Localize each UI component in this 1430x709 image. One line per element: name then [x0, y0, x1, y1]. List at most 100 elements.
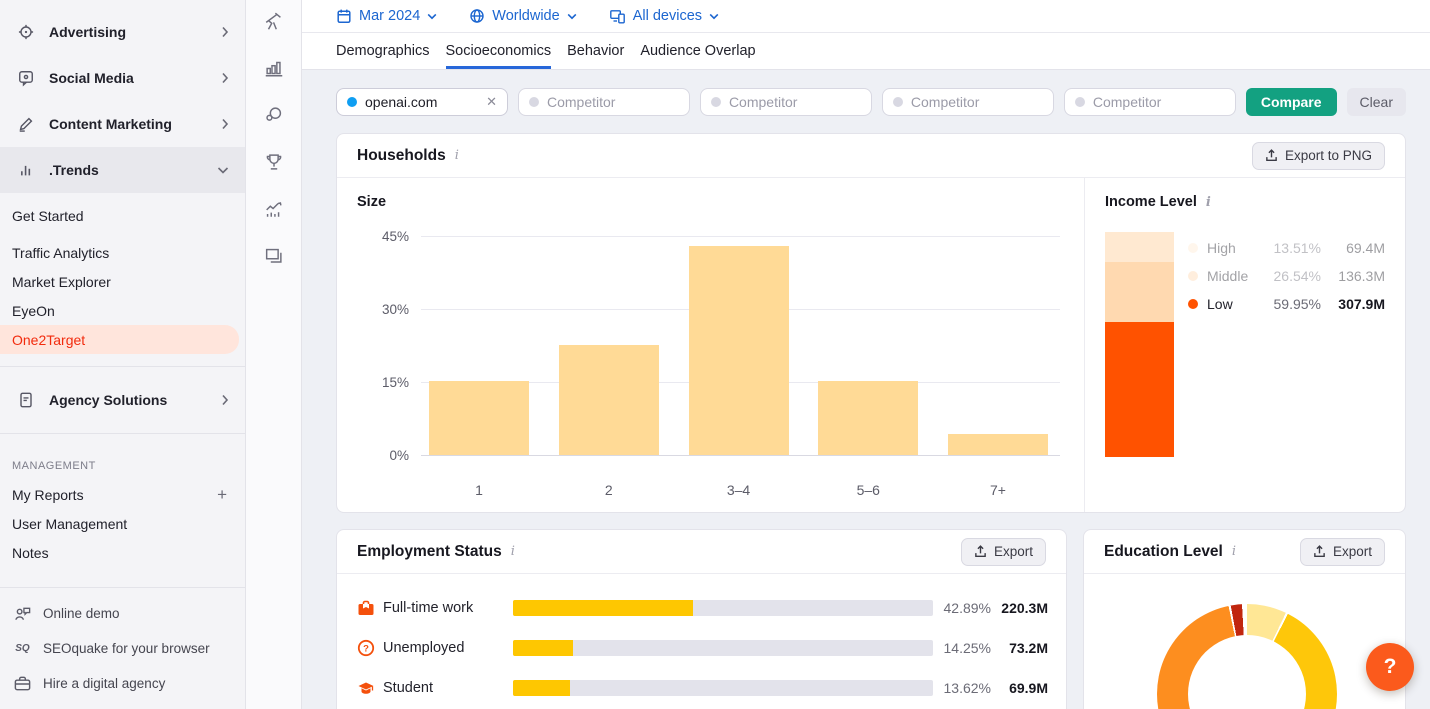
sidebar-item-traffic-analytics[interactable]: Traffic Analytics	[0, 238, 245, 267]
competitor-field-1	[518, 88, 690, 116]
sidebar-footer: Online demo SQ SEOquake for your browser…	[0, 587, 245, 709]
export-button[interactable]: Export	[961, 538, 1046, 566]
employment-bar-fill	[513, 600, 693, 616]
education-donut-chart	[1084, 574, 1405, 709]
income-segment-high[interactable]	[1105, 232, 1174, 262]
employment-card-header: Employment Status i Export	[337, 530, 1066, 574]
employment-row-unemployed[interactable]: ? Unemployed 14.25% 73.2M	[357, 628, 1048, 668]
tab-audience-overlap[interactable]: Audience Overlap	[640, 33, 755, 69]
legend-label: Middle	[1207, 268, 1263, 284]
sidebar-item-seoquake[interactable]: SQ SEOquake for your browser	[0, 631, 245, 666]
sidebar-item-affiliate[interactable]: Join our Affiliate Program	[0, 701, 245, 709]
sidebar-item-social-media[interactable]: Social Media	[0, 55, 245, 101]
employment-row-full-time[interactable]: Full-time work 42.89% 220.3M	[357, 588, 1048, 628]
chat-bubble-icon	[16, 68, 36, 88]
export-png-label: Export to PNG	[1285, 148, 1372, 163]
households-card: Households i Export to PNG Size 45% 30% …	[336, 133, 1406, 513]
info-icon[interactable]: i	[455, 148, 459, 163]
competitor-input-1[interactable]	[547, 94, 679, 110]
clear-button[interactable]: Clear	[1347, 88, 1406, 116]
legend-dot	[1188, 243, 1198, 253]
legend-label: High	[1207, 240, 1263, 256]
employment-value: 220.3M	[991, 600, 1048, 616]
telescope-icon[interactable]	[263, 10, 285, 32]
bar-chart-rail-icon[interactable]	[263, 57, 285, 79]
size-chart-title: Size	[357, 194, 1064, 210]
legend-row-low[interactable]: Low 59.95% 307.9M	[1188, 290, 1385, 318]
sidebar-item-market-explorer[interactable]: Market Explorer	[0, 267, 245, 296]
info-icon[interactable]: i	[511, 544, 515, 559]
chevron-down-icon	[427, 13, 437, 20]
export-icon	[1313, 545, 1326, 558]
size-bar[interactable]	[818, 381, 918, 455]
add-report-icon[interactable]: +	[217, 486, 227, 503]
management-section-title: MANAGEMENT	[0, 446, 245, 480]
size-bar[interactable]	[689, 246, 789, 455]
employment-bar-fill	[513, 640, 573, 656]
tab-demographics[interactable]: Demographics	[336, 33, 430, 69]
sidebar-item-get-started[interactable]: Get Started	[0, 201, 245, 230]
sidebar-item-my-reports[interactable]: My Reports +	[0, 480, 245, 509]
employment-label: Unemployed	[383, 640, 513, 656]
employment-label: Student	[383, 680, 513, 696]
compare-button[interactable]: Compare	[1246, 88, 1337, 116]
pencil-icon	[16, 114, 36, 134]
spiral-icon[interactable]	[263, 104, 285, 126]
legend-row-high[interactable]: High 13.51% 69.4M	[1188, 234, 1385, 262]
trend-line-icon[interactable]	[263, 198, 285, 220]
info-icon[interactable]: i	[1232, 544, 1236, 559]
competitor-input-2[interactable]	[729, 94, 861, 110]
y-tick: 45%	[357, 229, 409, 244]
competitor-input-4[interactable]	[1093, 94, 1225, 110]
education-level-card: Education Level i Export	[1083, 529, 1406, 709]
households-body: Size 45% 30% 15% 0%	[337, 178, 1405, 512]
location-picker[interactable]: Worldwide	[469, 8, 576, 24]
sidebar-divider	[0, 366, 245, 367]
domain-filter-row: openai.com ✕ Compare Clear	[336, 88, 1406, 116]
y-tick: 30%	[357, 302, 409, 317]
tab-behavior[interactable]: Behavior	[567, 33, 624, 69]
domain-color-dot	[347, 97, 357, 107]
size-bar[interactable]	[559, 345, 659, 455]
help-button[interactable]: ?	[1366, 643, 1414, 691]
export-label: Export	[1333, 544, 1372, 559]
remove-domain-icon[interactable]: ✕	[486, 94, 497, 110]
employment-row-student[interactable]: Student 13.62% 69.9M	[357, 668, 1048, 708]
size-bar[interactable]	[429, 381, 529, 455]
export-button[interactable]: Export	[1300, 538, 1385, 566]
sidebar-item-agency-solutions[interactable]: Agency Solutions	[0, 379, 245, 421]
sidebar-item-user-management[interactable]: User Management	[0, 509, 245, 538]
sidebar-item-trends[interactable]: .Trends	[0, 147, 245, 193]
employment-bar-track	[513, 680, 933, 696]
tab-socioeconomics[interactable]: Socioeconomics	[446, 33, 552, 69]
sidebar-item-label: Social Media	[49, 70, 134, 86]
sidebar-item-hire-agency[interactable]: Hire a digital agency	[0, 666, 245, 701]
legend-row-middle[interactable]: Middle 26.54% 136.3M	[1188, 262, 1385, 290]
income-segment-low[interactable]	[1105, 322, 1174, 457]
location-picker-value: Worldwide	[492, 8, 559, 24]
sidebar-item-one2target[interactable]: One2Target	[0, 325, 239, 354]
date-picker[interactable]: Mar 2024	[336, 8, 437, 24]
income-segment-middle[interactable]	[1105, 262, 1174, 322]
trophy-icon[interactable]	[263, 151, 285, 173]
domain-chip[interactable]: openai.com ✕	[336, 88, 508, 116]
sidebar-item-notes[interactable]: Notes	[0, 538, 245, 567]
sidebar-item-eyeon[interactable]: EyeOn	[0, 296, 245, 325]
export-png-button[interactable]: Export to PNG	[1252, 142, 1385, 170]
device-picker[interactable]: All devices	[609, 8, 719, 24]
x-tick: 2	[559, 482, 659, 498]
competitor-input-3[interactable]	[911, 94, 1043, 110]
sidebar-item-content-marketing[interactable]: Content Marketing	[0, 101, 245, 147]
employment-percent: 14.25%	[933, 640, 991, 656]
legend-dot	[1188, 271, 1198, 281]
sidebar-item-advertising[interactable]: Advertising	[0, 9, 245, 55]
domain-chip-label: openai.com	[365, 94, 437, 110]
income-level-title: Income Leveli	[1105, 194, 1385, 210]
employment-bar-fill	[513, 680, 570, 696]
bottom-cards-row: Employment Status i Export Full-time wor…	[336, 529, 1406, 709]
info-icon[interactable]: i	[1206, 195, 1211, 210]
target-icon	[16, 22, 36, 42]
windows-icon[interactable]	[263, 245, 285, 267]
size-bar[interactable]	[948, 434, 1048, 455]
sidebar-item-online-demo[interactable]: Online demo	[0, 596, 245, 631]
